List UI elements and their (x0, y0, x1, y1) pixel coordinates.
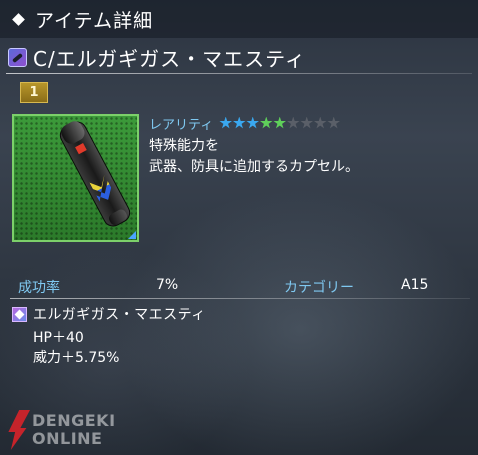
ability-icon (12, 306, 27, 322)
category-label: カテゴリー (284, 280, 354, 296)
category-value: A15 (401, 277, 429, 293)
watermark-text: DENGEKI ONLINE (32, 412, 116, 448)
capsule-end-right (107, 207, 129, 227)
title-bar: アイテム詳細 (0, 0, 478, 38)
star-icon (219, 116, 232, 129)
description-line: 武器、防具に追加するカプセル。 (149, 159, 359, 175)
star-icon (300, 116, 313, 129)
success-rate-label: 成功率 (18, 280, 60, 296)
star-icon (273, 116, 286, 129)
star-icon (232, 116, 246, 129)
star-icon (259, 116, 273, 129)
watermark-logo: DENGEKI ONLINE (6, 410, 126, 452)
rarity-label: レアリティ (149, 117, 214, 133)
frame-corner-icon (128, 231, 136, 239)
watermark-line: DENGEKI (32, 411, 116, 430)
rarity-stars (219, 116, 341, 130)
success-rate-value: 7% (156, 277, 179, 293)
effect-line: 威力＋5.75% (33, 350, 120, 366)
rarity-row: レアリティ (149, 114, 341, 133)
ability-name: エルガギガス・マエスティ (33, 307, 206, 323)
divider (10, 298, 470, 299)
item-description: 特殊能力を 武器、防具に追加するカプセル。 (149, 136, 469, 178)
item-name-row: C/エルガギガス・マエスティ (8, 42, 478, 72)
stats-row: 成功率 7% カテゴリー A15 (18, 277, 478, 297)
effect-line: HP＋40 (33, 330, 84, 346)
star-icon (246, 116, 259, 129)
diamond-icon (12, 12, 25, 26)
level-value: 1 (29, 85, 39, 100)
watermark-line: ONLINE (32, 429, 103, 448)
ability-header: エルガギガス・マエスティ (12, 303, 206, 325)
item-name: C/エルガギガス・マエスティ (33, 46, 306, 71)
bolt-icon (8, 410, 30, 450)
star-icon (313, 116, 327, 129)
capsule-chevrons (89, 175, 115, 204)
capsule-marking (75, 142, 87, 155)
capsule-icon (8, 47, 27, 67)
divider (6, 73, 472, 74)
ability-effects: HP＋40 威力＋5.75% (33, 328, 119, 368)
page-title: アイテム詳細 (35, 9, 154, 32)
capsule-image (56, 117, 134, 231)
description-line: 特殊能力を (149, 138, 219, 154)
item-image (12, 114, 139, 242)
level-badge: 1 (20, 82, 48, 103)
star-icon (286, 116, 300, 129)
star-icon (327, 116, 340, 129)
